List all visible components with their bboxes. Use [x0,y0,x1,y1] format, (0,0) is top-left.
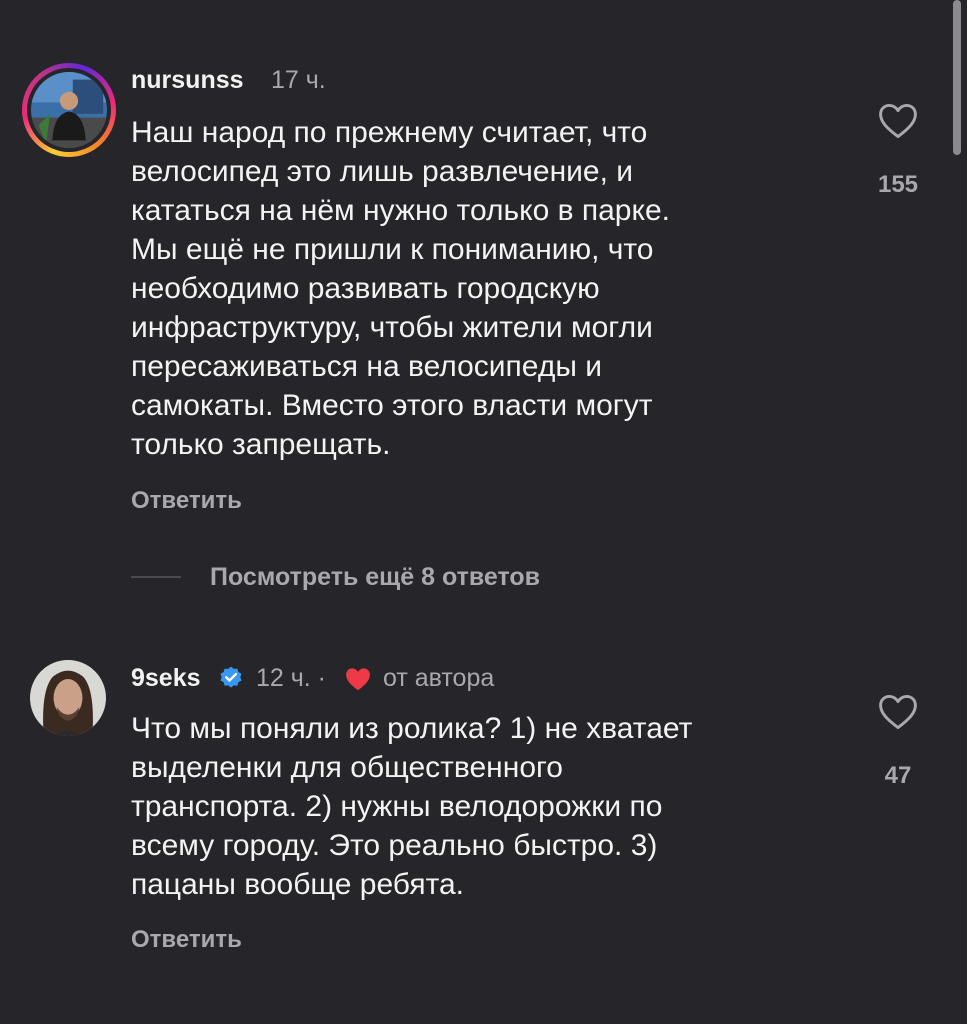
scrollbar[interactable] [953,0,961,155]
view-more-replies-button[interactable]: Посмотреть ещё 8 ответов [210,563,540,592]
like-count: 47 [884,762,912,789]
username[interactable]: nursunss [131,66,244,95]
comment-text: Что мы поняли из ролика? 1) не хватает в… [131,712,693,901]
like-count: 155 [877,171,919,198]
timestamp: 17 ч. [271,66,326,94]
heart-icon[interactable] [876,690,920,734]
reply-button[interactable]: Ответить [131,487,242,515]
avatar[interactable] [30,660,106,736]
verified-badge-icon [220,666,242,688]
timestamp: 12 ч. · [256,664,326,692]
person-photo-icon [30,660,106,736]
person-photo-icon [31,72,107,148]
author-liked-heart-icon [346,668,370,691]
comment-text: Наш народ по прежнему считает, что велос… [131,116,670,461]
username[interactable]: 9seks [131,664,201,693]
heart-icon[interactable] [876,99,920,143]
thread-line [131,576,181,578]
avatar-story-ring[interactable] [22,63,116,157]
reply-button[interactable]: Ответить [131,926,242,954]
avatar [31,72,107,148]
author-like-label: от автора [383,664,495,692]
